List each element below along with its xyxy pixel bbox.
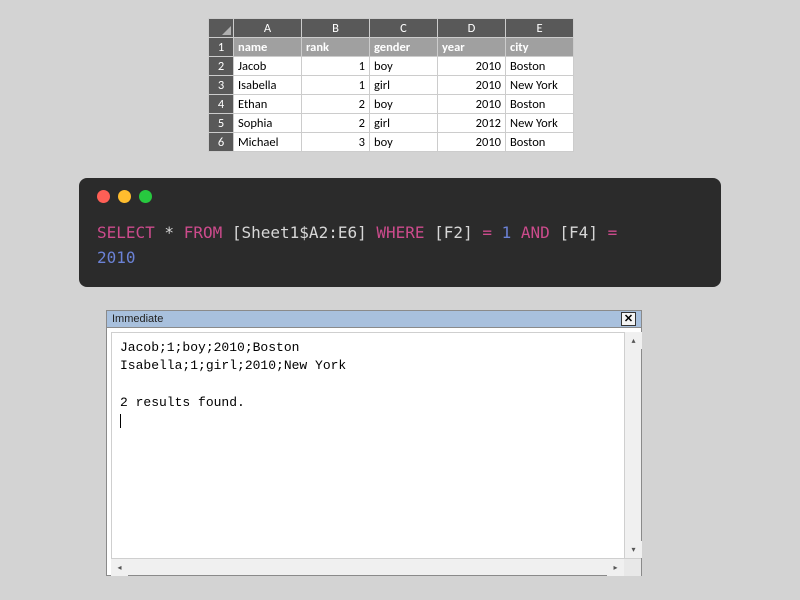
immediate-window: Immediate ✕ Jacob;1;boy;2010;Boston Isab… [106, 310, 642, 576]
cell-e5[interactable]: New York [506, 114, 574, 133]
vertical-scrollbar[interactable]: ▴ ▾ [624, 332, 641, 558]
code-star: * [155, 223, 184, 242]
cell-b6[interactable]: 3 [302, 133, 370, 152]
col-header-a[interactable]: A [234, 19, 302, 38]
cell-c6[interactable]: boy [370, 133, 438, 152]
col-header-d[interactable]: D [438, 19, 506, 38]
col-header-b[interactable]: B [302, 19, 370, 38]
cell-c5[interactable]: girl [370, 114, 438, 133]
cell-a4[interactable]: Ethan [234, 95, 302, 114]
close-icon[interactable] [97, 190, 110, 203]
code-range: [Sheet1$A2:E6] [222, 223, 376, 242]
code-eq1: = [482, 223, 492, 242]
cell-d4[interactable]: 2010 [438, 95, 506, 114]
kw-from: FROM [184, 223, 223, 242]
output-line: 2 results found. [120, 395, 245, 410]
row-header-4[interactable]: 4 [209, 95, 234, 114]
cell-b3[interactable]: 1 [302, 76, 370, 95]
sql-code: SELECT * FROM [Sheet1$A2:E6] WHERE [F2] … [97, 221, 703, 271]
kw-and: AND [521, 223, 550, 242]
cell-a1[interactable]: name [234, 38, 302, 57]
cell-b5[interactable]: 2 [302, 114, 370, 133]
kw-where: WHERE [376, 223, 424, 242]
cell-a2[interactable]: Jacob [234, 57, 302, 76]
window-controls [97, 190, 703, 203]
output-line: Jacob;1;boy;2010;Boston [120, 340, 299, 355]
spreadsheet-grid[interactable]: A B C D E 1 name rank gender year city 2… [208, 18, 574, 152]
row-header-3[interactable]: 3 [209, 76, 234, 95]
cell-b4[interactable]: 2 [302, 95, 370, 114]
close-button[interactable]: ✕ [621, 312, 636, 326]
cell-d3[interactable]: 2010 [438, 76, 506, 95]
cell-e4[interactable]: Boston [506, 95, 574, 114]
code-f2: [F2] [425, 223, 483, 242]
cell-c2[interactable]: boy [370, 57, 438, 76]
cell-e2[interactable]: Boston [506, 57, 574, 76]
immediate-title-text: Immediate [112, 313, 163, 325]
text-cursor [120, 414, 121, 428]
code-val1: 1 [492, 223, 521, 242]
row-header-5[interactable]: 5 [209, 114, 234, 133]
output-line: Isabella;1;girl;2010;New York [120, 358, 346, 373]
scroll-up-icon[interactable]: ▴ [625, 332, 642, 349]
cell-d2[interactable]: 2010 [438, 57, 506, 76]
code-f4: [F4] [550, 223, 608, 242]
code-eq2: = [608, 223, 618, 242]
table-row: 4 Ethan 2 boy 2010 Boston [209, 95, 574, 114]
cell-c4[interactable]: boy [370, 95, 438, 114]
cell-d6[interactable]: 2010 [438, 133, 506, 152]
kw-select: SELECT [97, 223, 155, 242]
cell-a5[interactable]: Sophia [234, 114, 302, 133]
immediate-output[interactable]: Jacob;1;boy;2010;Boston Isabella;1;girl;… [111, 332, 624, 558]
code-val2: 2010 [97, 248, 136, 267]
code-terminal: SELECT * FROM [Sheet1$A2:E6] WHERE [F2] … [79, 178, 721, 287]
scroll-right-icon[interactable]: ▸ [607, 559, 624, 576]
table-row: 3 Isabella 1 girl 2010 New York [209, 76, 574, 95]
cell-d5[interactable]: 2012 [438, 114, 506, 133]
cell-c1[interactable]: gender [370, 38, 438, 57]
scroll-left-icon[interactable]: ◂ [111, 559, 128, 576]
cell-e1[interactable]: city [506, 38, 574, 57]
cell-a6[interactable]: Michael [234, 133, 302, 152]
cell-e6[interactable]: Boston [506, 133, 574, 152]
cell-c3[interactable]: girl [370, 76, 438, 95]
cell-d1[interactable]: year [438, 38, 506, 57]
table-row: 6 Michael 3 boy 2010 Boston [209, 133, 574, 152]
scroll-corner [624, 559, 641, 576]
row-header-1[interactable]: 1 [209, 38, 234, 57]
col-header-e[interactable]: E [506, 19, 574, 38]
maximize-icon[interactable] [139, 190, 152, 203]
select-all-corner[interactable] [209, 19, 234, 38]
immediate-titlebar[interactable]: Immediate ✕ [107, 311, 641, 328]
minimize-icon[interactable] [118, 190, 131, 203]
table-row: 5 Sophia 2 girl 2012 New York [209, 114, 574, 133]
scroll-down-icon[interactable]: ▾ [625, 541, 642, 558]
table-row: 2 Jacob 1 boy 2010 Boston [209, 57, 574, 76]
cell-a3[interactable]: Isabella [234, 76, 302, 95]
cell-e3[interactable]: New York [506, 76, 574, 95]
row-header-6[interactable]: 6 [209, 133, 234, 152]
cell-b2[interactable]: 1 [302, 57, 370, 76]
horizontal-scrollbar[interactable]: ◂ ▸ [111, 558, 641, 575]
row-header-2[interactable]: 2 [209, 57, 234, 76]
cell-b1[interactable]: rank [302, 38, 370, 57]
col-header-c[interactable]: C [370, 19, 438, 38]
